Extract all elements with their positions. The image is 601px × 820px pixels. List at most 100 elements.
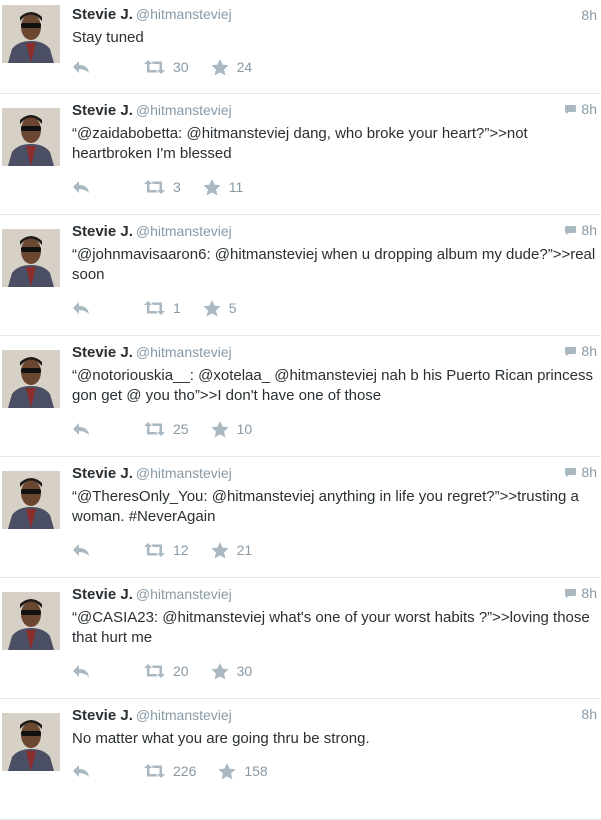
author[interactable]: Stevie J. @hitmansteviej: [72, 707, 232, 724]
tweet[interactable]: Stevie J. @hitmansteviej 8h “@johnmavisaa…: [0, 215, 601, 336]
tweet[interactable]: Stevie J. @hitmansteviej 8h “@zaidabobett…: [0, 94, 601, 215]
timestamp[interactable]: 8h: [565, 585, 597, 601]
favorite-count: 158: [244, 763, 268, 779]
reply-button[interactable]: [72, 543, 96, 557]
author-name[interactable]: Stevie J.: [72, 707, 133, 724]
time-label: 8h: [581, 343, 597, 359]
tweet-text: “@notoriouskia__: @xotelaa_ @hitmanstevi…: [72, 367, 593, 404]
author[interactable]: Stevie J. @hitmansteviej: [72, 223, 232, 240]
conversation-bubble-icon: [565, 588, 577, 598]
retweet-button[interactable]: 1: [144, 300, 181, 316]
timestamp[interactable]: 8h: [565, 101, 597, 117]
author-name[interactable]: Stevie J.: [72, 6, 133, 23]
reply-button[interactable]: [72, 422, 96, 436]
retweet-count: 20: [173, 663, 189, 679]
author-handle[interactable]: @hitmansteviej: [136, 6, 232, 22]
favorite-button[interactable]: 21: [210, 541, 253, 559]
tweet[interactable]: Stevie J. @hitmansteviej 8h “@TheresOnly_…: [0, 457, 601, 578]
time-label: 8h: [581, 585, 597, 601]
tweet-actions: 30 24: [72, 56, 252, 78]
author-name[interactable]: Stevie J.: [72, 102, 133, 119]
reply-icon: [73, 61, 89, 73]
reply-button[interactable]: [72, 180, 96, 194]
avatar[interactable]: [2, 471, 60, 529]
star-icon: [210, 541, 229, 558]
tweet[interactable]: Stevie J. @hitmansteviej 8h No matter wha…: [0, 699, 601, 820]
favorite-button[interactable]: 10: [210, 420, 253, 438]
avatar[interactable]: [2, 229, 60, 287]
author[interactable]: Stevie J. @hitmansteviej: [72, 344, 232, 361]
retweet-count: 3: [173, 179, 181, 195]
retweet-button[interactable]: 3: [144, 179, 181, 195]
retweet-button[interactable]: 30: [144, 59, 189, 75]
retweet-button[interactable]: 226: [144, 763, 196, 779]
author[interactable]: Stevie J. @hitmansteviej: [72, 6, 232, 23]
tweet-text: “@johnmavisaaron6: @hitmansteviej when u…: [72, 246, 596, 283]
retweet-icon: [144, 180, 165, 194]
avatar[interactable]: [2, 592, 60, 650]
retweet-count: 1: [173, 300, 181, 316]
tweet-actions: 1 5: [72, 297, 237, 319]
reply-icon: [73, 423, 89, 435]
avatar[interactable]: [2, 713, 60, 771]
author[interactable]: Stevie J. @hitmansteviej: [72, 102, 232, 119]
reply-icon: [73, 302, 89, 314]
tweet[interactable]: Stevie J. @hitmansteviej 8h “@CASIA23: @h…: [0, 578, 601, 699]
timestamp[interactable]: 8h: [565, 343, 597, 359]
author-handle[interactable]: @hitmansteviej: [136, 707, 232, 723]
author-handle[interactable]: @hitmansteviej: [136, 344, 232, 360]
timestamp[interactable]: 8h: [581, 706, 597, 722]
avatar[interactable]: [2, 108, 60, 166]
favorite-button[interactable]: 24: [210, 58, 252, 76]
star-icon: [210, 58, 229, 75]
retweet-icon: [144, 60, 165, 74]
conversation-bubble-icon: [565, 346, 577, 356]
time-label: 8h: [581, 101, 597, 117]
retweet-button[interactable]: 20: [144, 663, 189, 679]
tweet[interactable]: Stevie J. @hitmansteviej 8h “@notoriouski…: [0, 336, 601, 457]
timestamp[interactable]: 8h: [565, 222, 597, 238]
reply-icon: [73, 665, 89, 677]
retweet-count: 25: [173, 421, 189, 437]
conversation-bubble-icon: [565, 467, 577, 477]
favorite-button[interactable]: 11: [203, 178, 243, 196]
tweet-actions: 226 158: [72, 760, 268, 782]
retweet-icon: [144, 422, 165, 436]
author[interactable]: Stevie J. @hitmansteviej: [72, 586, 232, 603]
timestamp[interactable]: 8h: [565, 464, 597, 480]
author-handle[interactable]: @hitmansteviej: [136, 465, 232, 481]
author-name[interactable]: Stevie J.: [72, 344, 133, 361]
favorite-button[interactable]: 30: [210, 662, 253, 680]
favorite-button[interactable]: 158: [218, 762, 268, 780]
retweet-button[interactable]: 12: [144, 542, 189, 558]
favorite-count: 21: [236, 542, 253, 558]
author[interactable]: Stevie J. @hitmansteviej: [72, 465, 232, 482]
author-handle[interactable]: @hitmansteviej: [136, 223, 232, 239]
author-handle[interactable]: @hitmansteviej: [136, 586, 232, 602]
author-name[interactable]: Stevie J.: [72, 586, 133, 603]
reply-button[interactable]: [72, 60, 96, 74]
reply-button[interactable]: [72, 664, 96, 678]
avatar[interactable]: [2, 350, 60, 408]
retweet-icon: [144, 764, 165, 778]
favorite-count: 30: [236, 663, 253, 679]
reply-button[interactable]: [72, 764, 96, 778]
retweet-icon: [144, 543, 165, 557]
star-icon: [203, 178, 221, 195]
reply-button[interactable]: [72, 301, 96, 315]
tweet-text: “@TheresOnly_You: @hitmansteviej anythin…: [72, 488, 579, 525]
timestamp[interactable]: 8h: [581, 7, 597, 23]
retweet-count: 30: [173, 59, 189, 75]
author-handle[interactable]: @hitmansteviej: [136, 102, 232, 118]
tweet-text: “@CASIA23: @hitmansteviej what's one of …: [72, 609, 590, 646]
avatar[interactable]: [2, 5, 60, 63]
time-label: 8h: [581, 7, 597, 23]
tweet[interactable]: Stevie J. @hitmansteviej 8h Stay tuned 30: [0, 0, 601, 94]
tweet-actions: 25 10: [72, 418, 252, 440]
retweet-button[interactable]: 25: [144, 421, 189, 437]
favorite-count: 10: [236, 421, 253, 437]
author-name[interactable]: Stevie J.: [72, 465, 133, 482]
tweet-actions: 3 11: [72, 176, 243, 198]
favorite-button[interactable]: 5: [203, 299, 237, 317]
author-name[interactable]: Stevie J.: [72, 223, 133, 240]
